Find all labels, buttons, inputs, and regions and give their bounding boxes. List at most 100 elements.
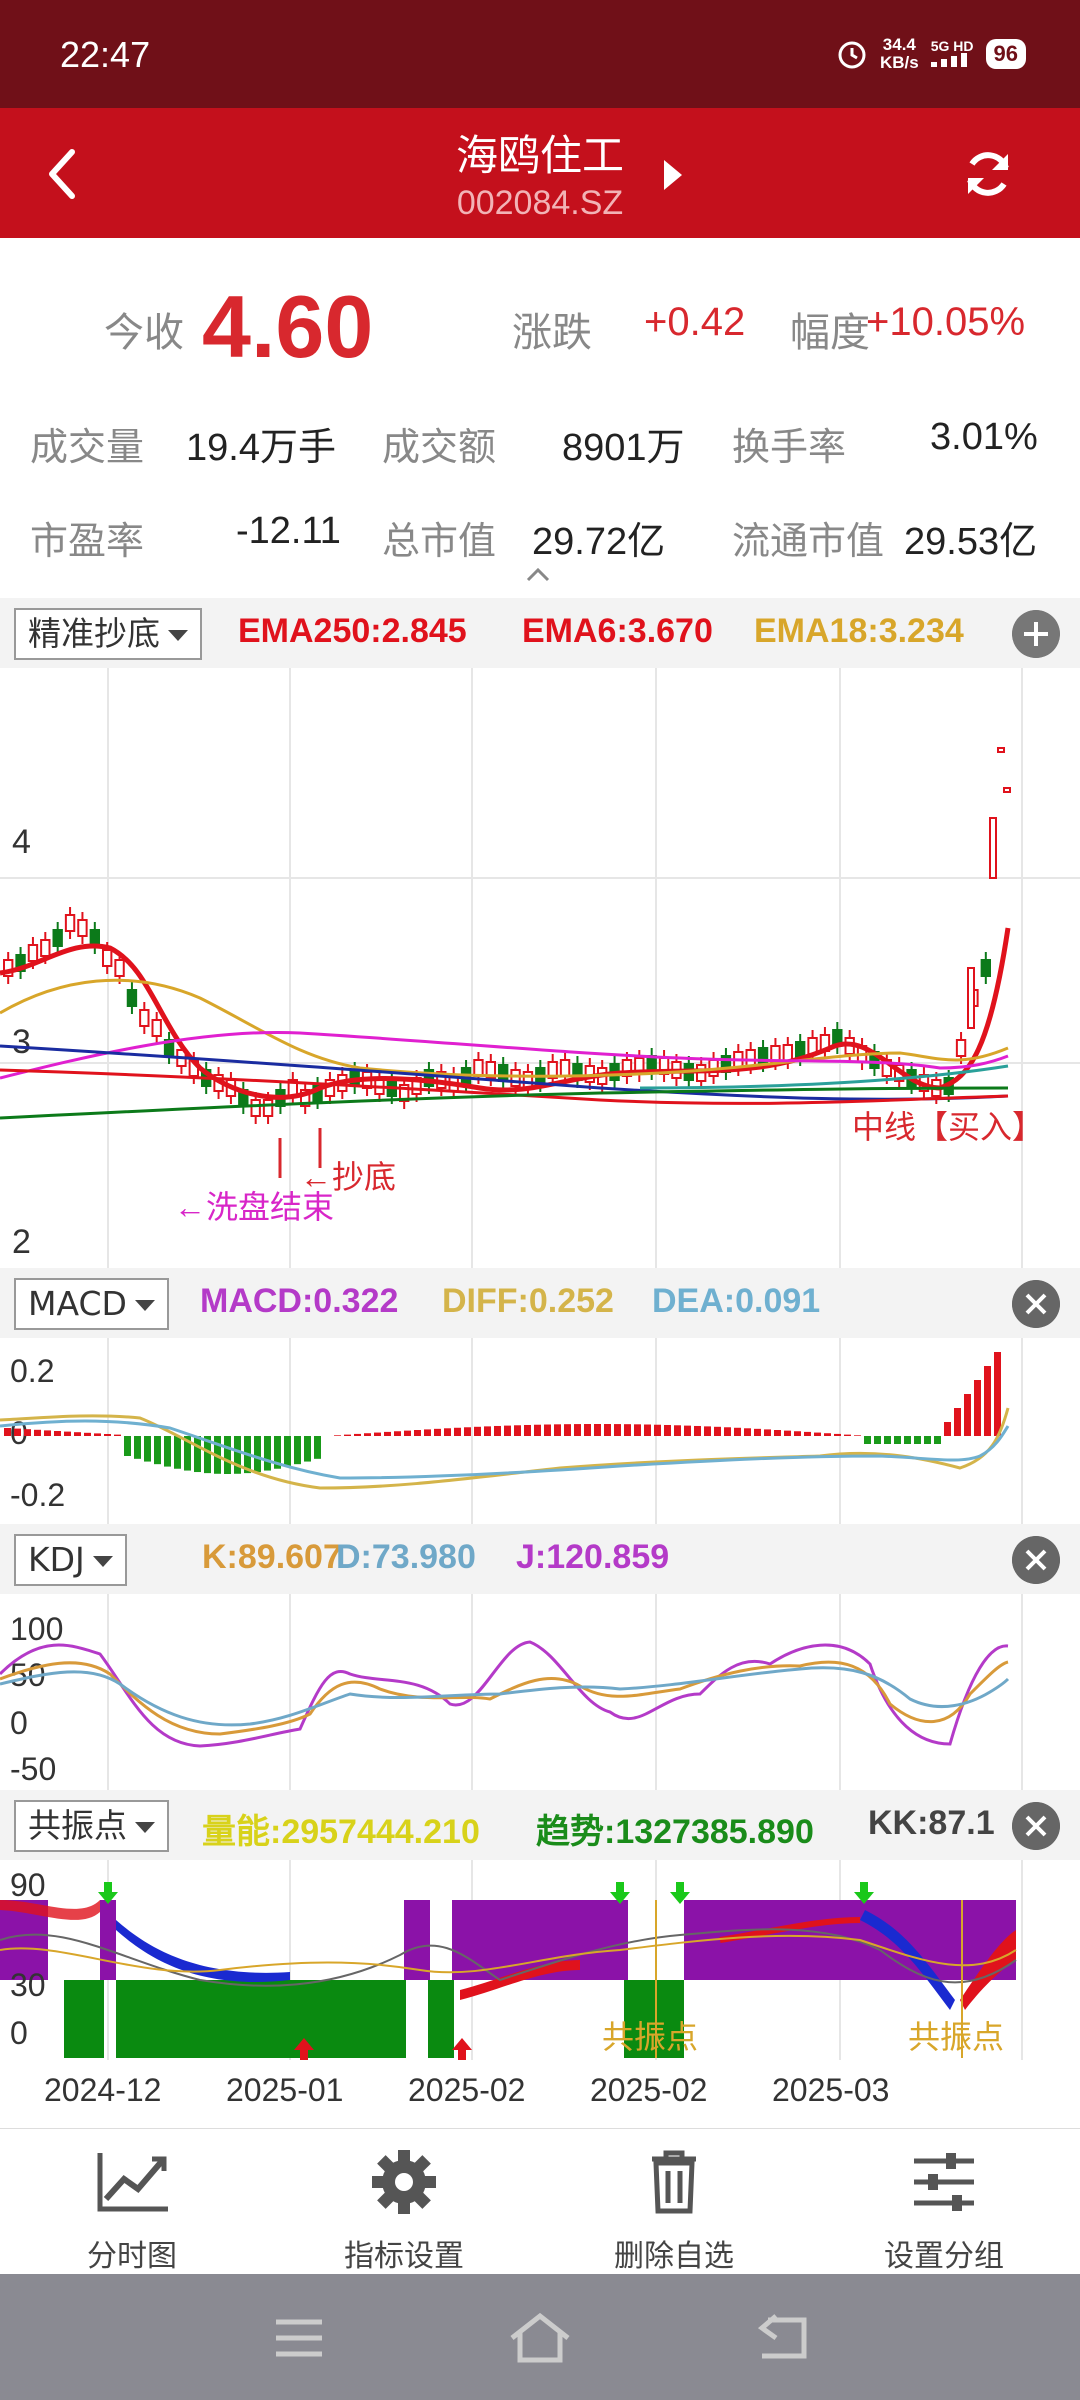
macd-bar	[664, 1424, 671, 1436]
close-icon[interactable]	[1012, 1802, 1060, 1850]
candles	[3, 747, 1011, 1124]
macd-bar	[124, 1436, 131, 1456]
macd-bar	[714, 1426, 721, 1436]
macd-bar	[454, 1427, 461, 1436]
dea-value: DEA:0.091	[652, 1282, 821, 1320]
trend-value: 趋势:1327385.890	[536, 1813, 814, 1851]
macd-bar	[984, 1366, 991, 1436]
macd-bar	[4, 1428, 11, 1436]
amplitude-label: 幅度	[790, 310, 870, 356]
back-icon[interactable]	[754, 2314, 810, 2362]
macd-bar	[84, 1432, 91, 1436]
macd-bar	[344, 1434, 351, 1436]
turnover-label: 成交额	[382, 425, 497, 469]
macd-bar	[954, 1408, 961, 1436]
candle	[980, 959, 991, 977]
nav-delete-favorite[interactable]: 删除自选	[574, 2147, 774, 2275]
title-bar: 海鸥住工 002084.SZ	[0, 108, 1080, 238]
x-label-0: 2024-12	[44, 2072, 162, 2108]
energy-value: 量能:2957444.210	[202, 1813, 480, 1851]
d-value: D:73.980	[336, 1538, 476, 1576]
main-indicator-1: EMA6:3.670	[522, 612, 713, 650]
signal-icon: 5G HD	[930, 39, 974, 69]
macd-bar	[154, 1436, 161, 1465]
macd-bar	[804, 1431, 811, 1436]
macd-bar	[264, 1436, 271, 1471]
add-indicator-icon[interactable]	[1012, 610, 1060, 658]
float-value: 29.53亿	[904, 521, 1038, 563]
bottom-toolbar: 分时图 指标设置 删除自选 设置分组	[0, 2128, 1080, 2274]
change-value: +0.42	[644, 300, 746, 344]
resonance-selector[interactable]: 共振点	[14, 1800, 169, 1852]
rate-value: 3.01%	[930, 416, 1038, 458]
main-indicator-0: EMA250:2.845	[238, 612, 467, 650]
macd-selector[interactable]: MACD	[14, 1278, 169, 1330]
macd-bar	[624, 1424, 631, 1436]
chevron-down-icon	[92, 1556, 113, 1567]
battery-icon: 96	[985, 39, 1026, 69]
kdj-tick-0: 0	[10, 1705, 28, 1741]
candle	[262, 1099, 274, 1117]
macd-bar	[134, 1436, 141, 1459]
res-tick-30: 30	[10, 1967, 46, 2003]
candle	[114, 959, 125, 977]
candle	[473, 1059, 484, 1077]
nav-group-settings[interactable]: 设置分组	[844, 2147, 1044, 2275]
macd-bar	[744, 1428, 751, 1436]
alarm-icon	[838, 41, 866, 69]
macd-bar	[524, 1424, 531, 1436]
macd-bar	[534, 1424, 541, 1436]
macd-bar	[474, 1426, 481, 1436]
k-value: K:89.607	[202, 1538, 342, 1576]
close-icon[interactable]	[1012, 1280, 1060, 1328]
candle	[1003, 787, 1011, 793]
close-label: 今收	[104, 310, 184, 356]
macd-bar	[64, 1431, 71, 1436]
main-indicator-selector[interactable]: 精准抄底	[14, 608, 202, 660]
float-label: 流通市值	[732, 519, 885, 563]
macd-bar	[934, 1436, 941, 1444]
kdj-tick-neg50: -50	[10, 1751, 56, 1787]
nav-intraday[interactable]: 分时图	[32, 2147, 232, 2275]
candle	[77, 919, 88, 937]
macd-bar	[824, 1433, 831, 1436]
next-stock-icon[interactable]	[662, 160, 684, 190]
candle	[997, 747, 1005, 753]
chevron-down-icon	[168, 630, 188, 641]
candlestick-chart[interactable]: 4 3 2 ←抄底 ←洗盘结束 中线【买入】	[0, 668, 1080, 1268]
y-tick-4: 4	[12, 823, 31, 861]
refresh-icon[interactable]	[960, 146, 1016, 202]
macd-bar	[34, 1429, 41, 1436]
annotation-buy: 中线【买入】	[852, 1109, 1044, 1145]
close-icon[interactable]	[1012, 1536, 1060, 1584]
macd-bar	[354, 1433, 361, 1436]
macd-tick-0.2: 0.2	[10, 1353, 54, 1389]
main-indicator-bar: 精准抄底 EMA250:2.845 EMA6:3.670 EMA18:3.234	[0, 598, 1080, 668]
macd-bar	[874, 1436, 881, 1444]
kk-value: KK:87.1	[868, 1804, 995, 1842]
kdj-chart: 100 50 0 -50	[0, 1594, 1023, 1790]
y-tick-2: 2	[12, 1223, 31, 1261]
macd-bar	[634, 1424, 641, 1436]
nav-indicator-settings[interactable]: 指标设置	[304, 2147, 504, 2275]
macd-bar	[544, 1424, 551, 1436]
macd-bar	[94, 1433, 101, 1436]
macd-bar	[434, 1428, 441, 1436]
rate-label: 换手率	[732, 425, 847, 469]
macd-bar	[594, 1424, 601, 1436]
macd-bar	[864, 1436, 871, 1444]
main-indicator-2: EMA18:3.234	[754, 612, 964, 650]
macd-bar	[294, 1436, 301, 1465]
pe-label: 市盈率	[30, 519, 145, 563]
home-icon[interactable]	[508, 2312, 572, 2364]
macd-bar	[14, 1428, 21, 1436]
candle	[250, 1099, 261, 1117]
collapse-icon[interactable]	[526, 566, 550, 582]
candle	[498, 1064, 509, 1082]
kdj-selector[interactable]: KDJ	[14, 1534, 127, 1586]
menu-icon[interactable]	[274, 2318, 324, 2358]
macd-tick-neg0.2: -0.2	[10, 1477, 65, 1513]
x-label-1: 2025-01	[226, 2072, 344, 2108]
resonance-indicator-bar: 共振点 量能:2957444.210 趋势:1327385.890 KK:87.…	[0, 1790, 1080, 1860]
x-label-3: 2025-02	[590, 2072, 708, 2108]
